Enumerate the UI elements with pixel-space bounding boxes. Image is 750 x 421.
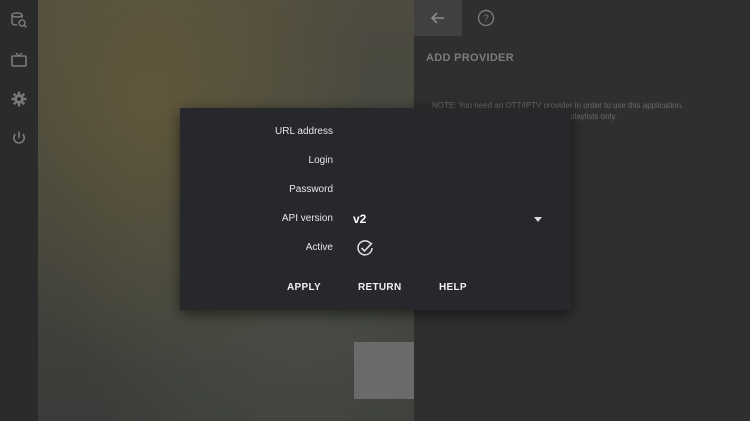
login-label: Login bbox=[308, 155, 333, 166]
background-tile bbox=[354, 342, 414, 399]
search-database-icon[interactable] bbox=[9, 10, 29, 30]
page-title: ADD PROVIDER bbox=[426, 52, 514, 64]
active-row[interactable]: Active bbox=[180, 238, 571, 260]
provider-dialog: URL address Login Password API version v… bbox=[180, 108, 571, 310]
api-version-row[interactable]: API version v2 bbox=[180, 209, 571, 231]
help-button[interactable]: HELP bbox=[433, 278, 473, 297]
login-row[interactable]: Login bbox=[180, 151, 571, 173]
power-icon[interactable] bbox=[9, 128, 29, 148]
password-row[interactable]: Password bbox=[180, 180, 571, 202]
tv-icon[interactable] bbox=[9, 50, 29, 70]
app-screen: ? ADD PROVIDER NOTE: You need an OTT/IPT… bbox=[0, 0, 750, 421]
help-circle-icon[interactable]: ? bbox=[476, 8, 496, 28]
api-version-select[interactable]: v2 bbox=[353, 212, 366, 226]
svg-text:?: ? bbox=[483, 14, 489, 25]
apply-button[interactable]: APPLY bbox=[281, 278, 327, 297]
url-label: URL address bbox=[275, 126, 333, 137]
return-button[interactable]: RETURN bbox=[352, 278, 407, 297]
api-version-label: API version bbox=[281, 213, 333, 224]
url-row[interactable]: URL address bbox=[180, 122, 571, 144]
sidebar-rail bbox=[0, 0, 38, 421]
active-label: Active bbox=[305, 242, 333, 253]
gear-icon[interactable] bbox=[9, 89, 29, 109]
password-label: Password bbox=[289, 184, 333, 195]
back-arrow-icon[interactable] bbox=[414, 0, 462, 36]
active-checkbox-icon[interactable] bbox=[356, 239, 374, 257]
dropdown-arrow-icon[interactable] bbox=[534, 217, 542, 222]
